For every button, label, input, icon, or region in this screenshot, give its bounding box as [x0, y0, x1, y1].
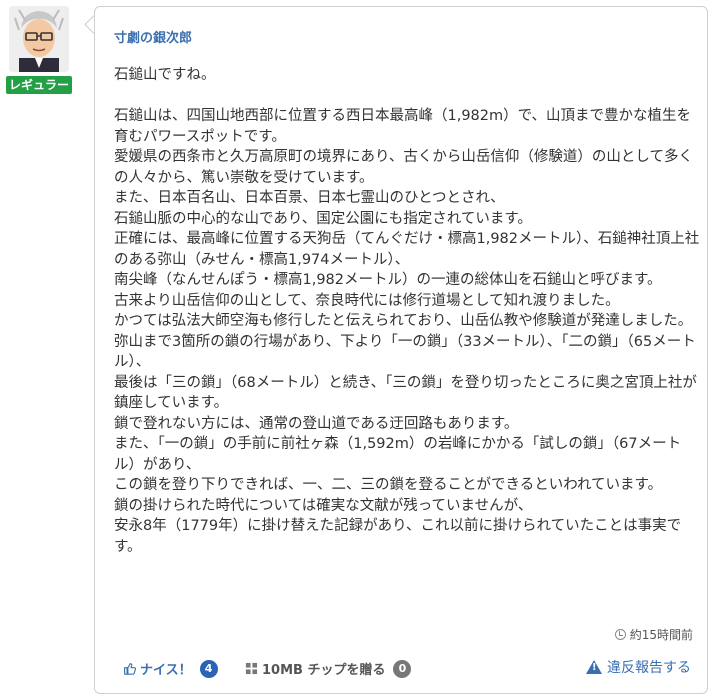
- author-avatar-block[interactable]: レギュラー: [6, 6, 72, 94]
- post-line: 正確には、最高峰に位置する天狗岳（てんぐだけ・標高1,982メートル）、石鎚神社…: [114, 231, 700, 268]
- post-body: 石鎚山ですね。 石鎚山は、四国山地西部に位置する西日本最高峰（1,982m）で、…: [114, 65, 700, 557]
- chip-label: 10MB チップを贈る: [262, 663, 386, 678]
- action-bar: ナイス！ 4 10MB チップを贈る 0 違反報告する: [95, 655, 707, 681]
- post-time-text: 約15時間前: [629, 628, 693, 642]
- post-line: 安永8年（1779年）に掛け替えた記録があり、これ以前に掛けられていたことは事実…: [114, 518, 682, 555]
- author-name[interactable]: 寸劇の銀次郎: [114, 27, 192, 46]
- post-line: 最後は「三の鎖」（68メートル）と続き、「三の鎖」を登り切ったところに奥之宮頂上…: [114, 374, 697, 412]
- post-line: 弥山まで3箇所の鎖の行場があり、下より「一の鎖」（33メートル）、「二の鎖」（6…: [114, 333, 696, 371]
- post-line-blank: [114, 86, 700, 107]
- report-label: 違反報告する: [607, 660, 691, 676]
- clock-icon: [614, 629, 626, 640]
- post-line: かつては弘法大師空海も修行したと伝えられており、山岳仏教や修験道が発達しました。: [114, 313, 693, 329]
- post-time: 約15時間前: [614, 626, 693, 643]
- avatar[interactable]: [9, 6, 69, 72]
- post-line: また、日本百名山、日本百景、日本七霊山のひとつとされ、: [114, 190, 505, 206]
- chip-count-badge: 0: [393, 659, 412, 678]
- post-line: この鎖を登り下りできれば、一、二、三の鎖を登ることができるといわれています。: [114, 477, 663, 493]
- thumbs-up-icon: [124, 663, 136, 675]
- post-line: 愛媛県の西条市と久万高原町の境界にあり、古くから山岳信仰（修験道）の山として多く…: [114, 149, 693, 186]
- report-link[interactable]: 違反報告する: [586, 657, 691, 677]
- post-line: 石鎚山ですね。: [114, 67, 216, 83]
- answer-card: 寸劇の銀次郎 石鎚山ですね。 石鎚山は、四国山地西部に位置する西日本最高峰（1,…: [94, 6, 708, 694]
- like-label: ナイス！: [140, 663, 192, 678]
- post-line: 鎖の掛けられた時代については確実な文献が残っていませんが、: [114, 497, 533, 514]
- post-line: また、「一の鎖」の手前に前社ヶ森（1,592m）の岩峰にかかる「試しの鎖」（67…: [114, 436, 682, 473]
- chip-button[interactable]: 10MB チップを贈る 0: [245, 659, 412, 678]
- post-line: 鎖で登れない方には、通常の登山道である迂回路もあります。: [114, 415, 519, 432]
- post-line: 南尖峰（なんせんぽう・標高1,982メートル）の一連の総体山を石鎚山と呼びます。: [114, 272, 662, 288]
- warning-triangle-icon: [586, 660, 602, 674]
- post-line: 石鎚山脈の中心的な山であり、国定公園にも指定されています。: [114, 210, 532, 227]
- chip-grid-icon: [245, 662, 258, 675]
- regular-badge: レギュラー: [6, 76, 72, 94]
- like-button[interactable]: ナイス！ 4: [123, 659, 218, 678]
- post-line: 石鎚山は、四国山地西部に位置する西日本最高峰（1,982m）で、山頂まで豊かな植…: [114, 108, 692, 145]
- post-line: 古来より山岳信仰の山として、奈良時代には修行道場として知れ渡りました。: [114, 292, 620, 309]
- like-count-badge: 4: [199, 659, 218, 678]
